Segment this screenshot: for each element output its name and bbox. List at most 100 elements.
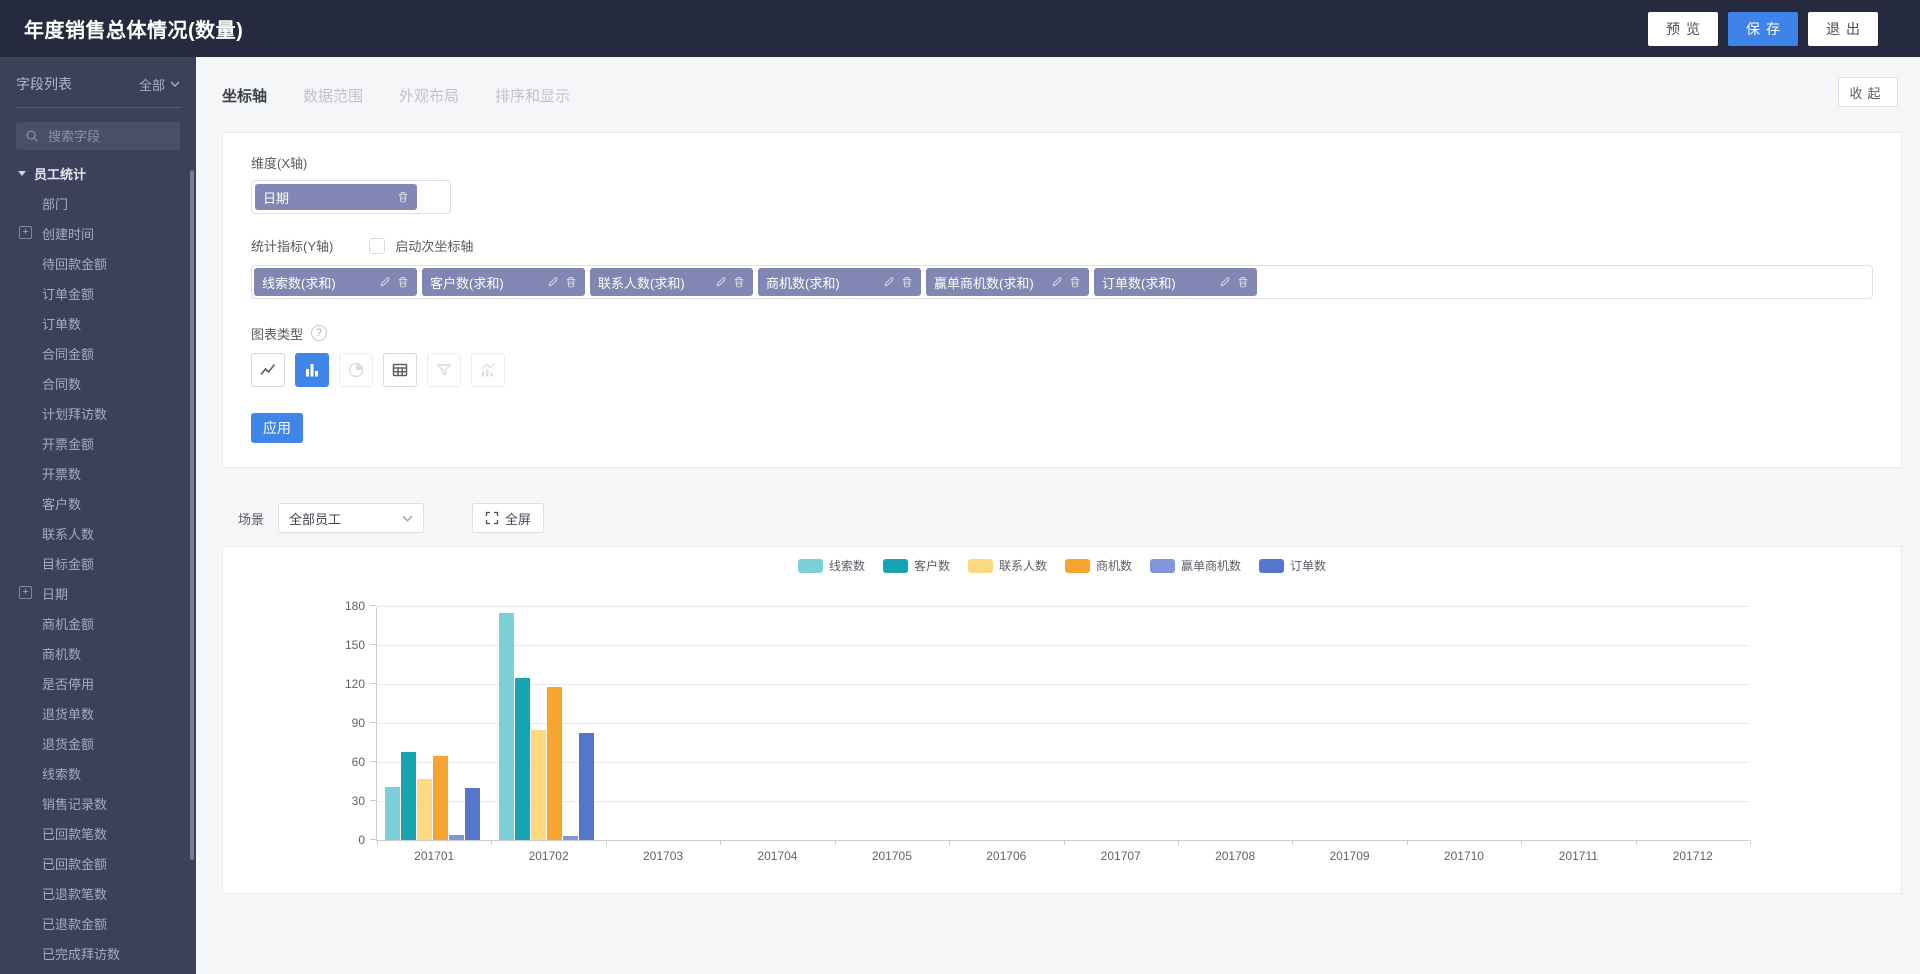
edit-icon[interactable] [1051,276,1063,288]
dimension-tag-label: 日期 [263,190,290,206]
secondary-axis-toggle[interactable]: 启动次坐标轴 [369,236,473,255]
bar-订单数[interactable] [465,788,480,840]
sidebar-item[interactable]: 退货金额 [0,728,196,758]
legend-item[interactable]: 线索数 [797,557,865,574]
save-button[interactable]: 保存 [1728,11,1798,46]
sidebar-item[interactable]: 已回款金额 [0,848,196,878]
preview-button[interactable]: 预览 [1648,11,1718,46]
legend-item[interactable]: 商机数 [1065,557,1132,574]
sidebar-item-label: 部门 [42,196,69,212]
bar-赢单商机数[interactable] [563,836,579,840]
expand-plus-icon[interactable]: + [19,226,32,239]
sidebar-item[interactable]: 目标金额 [0,548,196,578]
tab-1[interactable]: 坐标轴 [222,85,267,106]
sidebar-item[interactable]: 商机金额 [0,608,196,638]
legend-swatch [1259,558,1285,573]
scene-select[interactable]: 全部员工 [278,503,425,533]
delete-icon[interactable] [1069,276,1081,288]
sidebar-item[interactable]: 已回款笔数 [0,818,196,848]
sidebar-scrollbar[interactable] [190,170,194,860]
sidebar-item-label: 退货金额 [42,736,95,752]
edit-icon[interactable] [379,276,391,288]
edit-icon[interactable] [883,276,895,288]
bar-商机数[interactable] [547,686,563,840]
expand-plus-icon[interactable]: + [19,586,32,599]
sidebar-item[interactable]: 开票金额 [0,428,196,458]
sidebar-item[interactable]: + 创建时间 [0,218,196,248]
measure-tags[interactable]: 线索数(求和) 客户数(求和) 联系人数(求和) 商机数(求和) 赢单商机数(求和) 订单… [251,265,1873,299]
delete-icon[interactable] [901,276,913,288]
sidebar-item[interactable]: 线索数 [0,758,196,788]
sidebar-item[interactable]: + 日期 [0,578,196,608]
sidebar-item[interactable]: 退货单数 [0,698,196,728]
x-axis-label: 201708 [1215,849,1256,863]
bar-chart-type-button[interactable] [295,353,329,387]
sidebar-item[interactable]: 商机数 [0,638,196,668]
sidebar-item[interactable]: 部门 [0,188,196,218]
sidebar-item[interactable]: 销售记录数 [0,788,196,818]
measure-tag[interactable]: 线索数(求和) [254,268,417,296]
dimension-field-box[interactable]: 日期 [251,180,451,214]
bar-联系人数[interactable] [417,778,432,840]
field-group-label: 员工统计 [34,166,87,182]
edit-icon[interactable] [1219,276,1231,288]
sidebar-item[interactable]: 订单数 [0,308,196,338]
bar-线索数[interactable] [385,786,400,840]
x-axis-tick [1406,840,1408,845]
delete-icon[interactable] [733,276,745,288]
bar-客户数[interactable] [401,751,416,840]
sidebar-item[interactable]: 已退款金额 [0,908,196,938]
delete-icon[interactable] [397,191,409,203]
delete-icon[interactable] [565,276,577,288]
edit-icon[interactable] [715,276,727,288]
bar-赢单商机数[interactable] [449,834,464,840]
tab-4[interactable]: 排序和显示 [495,85,570,106]
field-search-box[interactable] [16,122,180,150]
table-chart-type-button[interactable] [383,353,417,387]
field-filter-dropdown[interactable]: 全部 [139,75,180,94]
fullscreen-button[interactable]: 全屏 [472,503,545,533]
sidebar-item[interactable]: 合同数 [0,368,196,398]
secondary-axis-checkbox[interactable] [369,237,386,254]
sidebar-item[interactable]: 计划拜访数 [0,398,196,428]
delete-icon[interactable] [397,276,409,288]
legend-label: 客户数 [913,559,950,573]
measure-tag[interactable]: 客户数(求和) [422,268,585,296]
gridline [377,645,1749,646]
bar-联系人数[interactable] [531,729,547,840]
edit-icon[interactable] [547,276,559,288]
legend-item[interactable]: 赢单商机数 [1150,557,1241,574]
bar-订单数[interactable] [579,733,595,840]
config-tabs-row: 坐标轴 数据范围 外观布局 排序和显示 收起 [222,75,1902,115]
sidebar-item[interactable]: 客户数 [0,488,196,518]
legend-item[interactable]: 订单数 [1259,557,1326,574]
sidebar-item[interactable]: 联系人数 [0,518,196,548]
sidebar-item[interactable]: 是否停用 [0,668,196,698]
sidebar-item[interactable]: 开票数 [0,458,196,488]
measure-tag[interactable]: 联系人数(求和) [590,268,753,296]
line-chart-type-button[interactable] [251,353,285,387]
search-input[interactable] [46,127,171,145]
delete-icon[interactable] [1237,276,1249,288]
help-icon[interactable]: ? [311,325,328,341]
tab-3[interactable]: 外观布局 [399,85,459,106]
exit-button[interactable]: 退出 [1808,11,1878,46]
bar-客户数[interactable] [515,677,531,840]
measure-tag[interactable]: 订单数(求和) [1094,268,1257,296]
legend-item[interactable]: 客户数 [882,557,950,574]
field-group-employee-stats[interactable]: 员工统计 [0,158,196,188]
apply-button[interactable]: 应用 [251,413,303,443]
legend-item[interactable]: 联系人数 [967,557,1047,574]
measure-tag[interactable]: 商机数(求和) [758,268,921,296]
bar-商机数[interactable] [433,755,448,840]
collapse-button[interactable]: 收起 [1838,77,1898,107]
bar-线索数[interactable] [499,612,515,840]
tab-2[interactable]: 数据范围 [303,85,363,106]
sidebar-item[interactable]: 订单金额 [0,278,196,308]
sidebar-item[interactable]: 合同金额 [0,338,196,368]
sidebar-item[interactable]: 已完成拜访数 [0,938,196,968]
sidebar-item[interactable]: 待回款金额 [0,248,196,278]
sidebar-item[interactable]: 已退款笔数 [0,878,196,908]
measure-tag[interactable]: 赢单商机数(求和) [926,268,1089,296]
dimension-tag[interactable]: 日期 [255,184,417,210]
